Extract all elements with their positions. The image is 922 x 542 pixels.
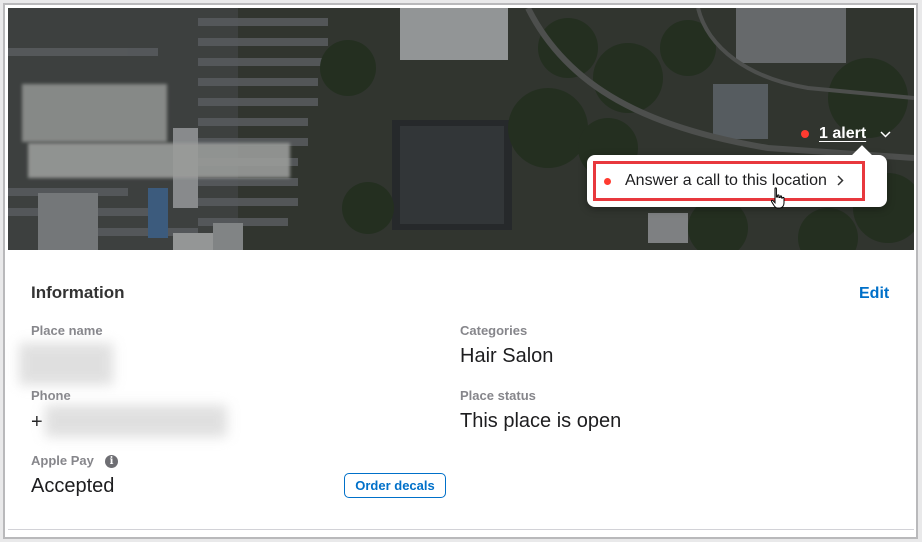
section-divider <box>8 529 914 530</box>
chevron-right-icon <box>837 173 844 189</box>
alert-toggle[interactable]: 1 alert <box>801 123 891 145</box>
alert-dot-icon <box>604 177 611 185</box>
alert-popover: Answer a call to this location <box>587 155 887 207</box>
answer-call-item[interactable]: Answer a call to this location <box>593 161 865 201</box>
order-decals-button[interactable]: Order decals <box>344 473 446 498</box>
alert-label: 1 alert <box>819 125 867 142</box>
edit-button[interactable]: Edit <box>859 285 889 303</box>
apple-pay-label: Apple Pay <box>31 453 94 468</box>
phone-label: Phone <box>31 388 71 403</box>
info-icon[interactable]: i <box>105 455 118 468</box>
hand-pointer-cursor-icon <box>770 187 785 209</box>
information-heading: Information <box>31 283 125 302</box>
categories-value: Hair Salon <box>460 345 554 367</box>
alert-dot-icon <box>801 130 809 138</box>
page-frame: 1 alert Answer a call to this location I… <box>3 3 918 539</box>
satellite-map[interactable]: 1 alert <box>8 8 914 250</box>
place-status-label: Place status <box>460 388 536 403</box>
apple-pay-value: Accepted <box>31 475 115 497</box>
answer-call-label: Answer a call to this location <box>625 172 827 189</box>
redacted-place-name <box>19 343 113 385</box>
redacted-phone-number <box>45 405 227 437</box>
place-status-value: This place is open <box>460 410 622 432</box>
chevron-down-icon <box>880 127 891 141</box>
place-name-label: Place name <box>31 323 103 338</box>
phone-prefix: + <box>31 411 43 433</box>
redacted-business-name <box>22 84 167 142</box>
redacted-address <box>28 143 290 178</box>
categories-label: Categories <box>460 323 528 338</box>
